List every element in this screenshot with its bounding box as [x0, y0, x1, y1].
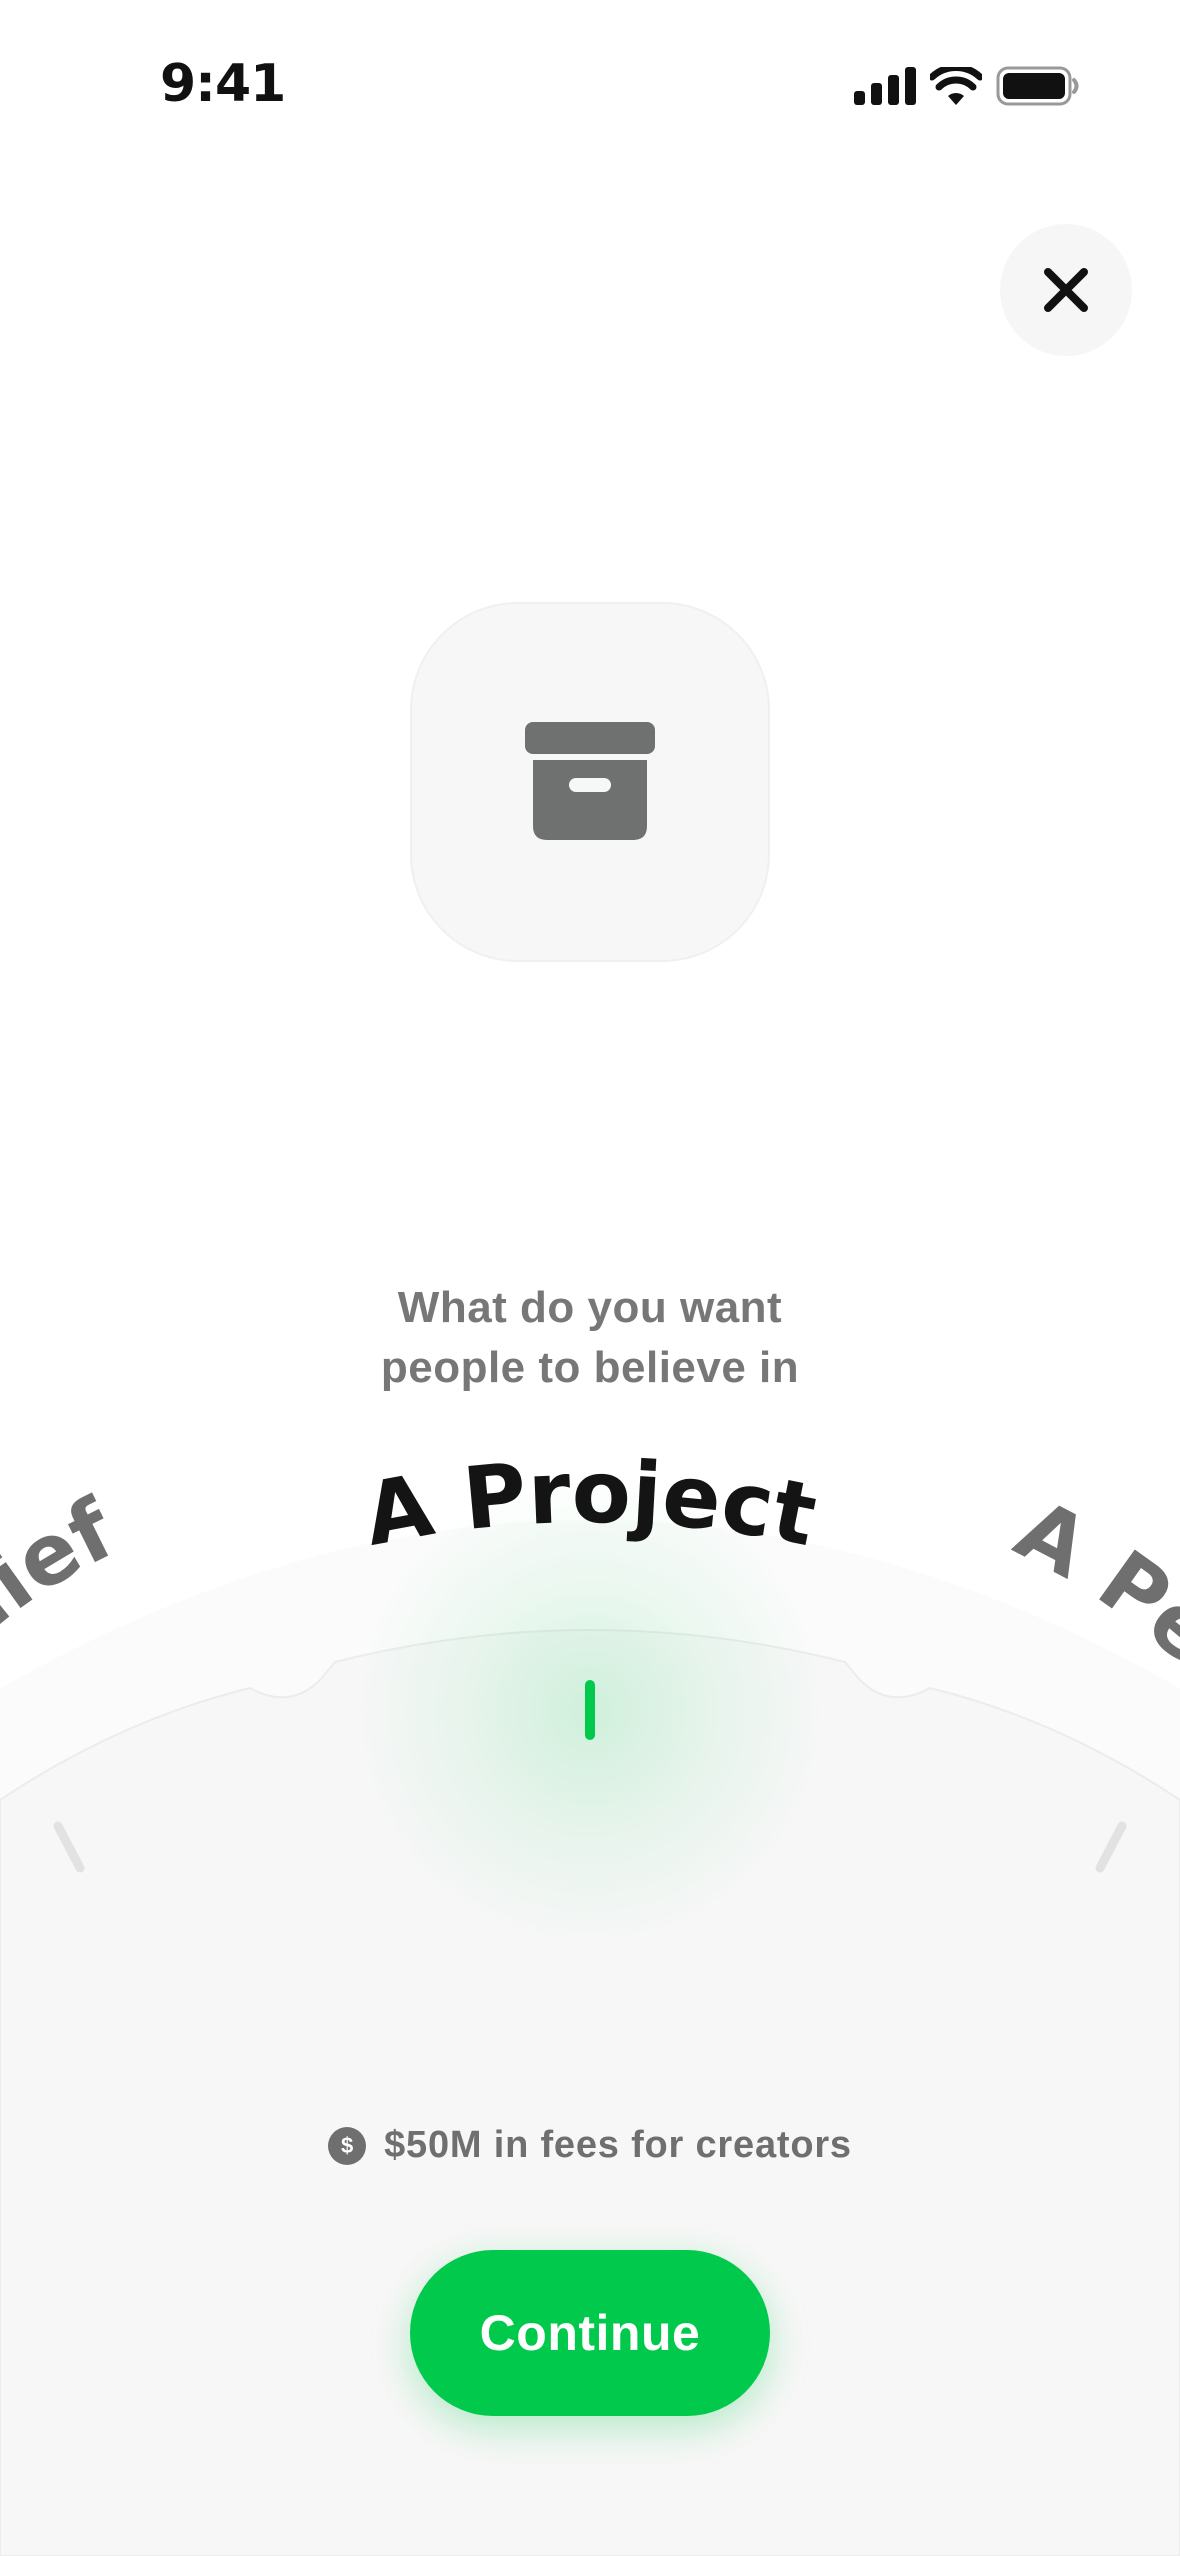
- close-button[interactable]: [1000, 224, 1132, 356]
- status-icons: [854, 66, 1080, 106]
- dollar-coin-icon: $: [328, 2126, 367, 2165]
- prompt-line-1: What do you want: [397, 1283, 783, 1332]
- dial-option-left[interactable]: lief: [0, 1479, 130, 1645]
- status-time: 9:41: [160, 54, 286, 114]
- close-icon: [1044, 268, 1088, 312]
- fees-text: $50M in fees for creators: [384, 2124, 852, 2166]
- cellular-signal-icon: [854, 67, 916, 105]
- wifi-icon: [930, 67, 982, 105]
- archive-box-icon: [525, 722, 655, 840]
- hero-icon-tile: [410, 602, 770, 962]
- fees-info: $ $50M in fees for creators: [0, 2124, 1180, 2167]
- battery-icon: [996, 66, 1079, 106]
- continue-button[interactable]: Continue: [410, 2250, 770, 2416]
